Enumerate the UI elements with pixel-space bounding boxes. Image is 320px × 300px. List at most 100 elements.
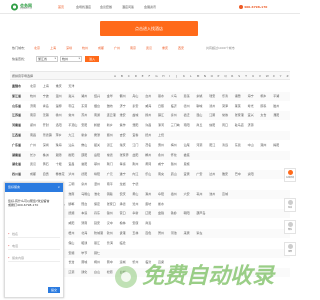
city-link[interactable]: 遂宁 xyxy=(120,172,126,176)
city-link[interactable]: 青岛 xyxy=(43,104,49,108)
hot-city-link[interactable]: 南京 xyxy=(130,46,136,50)
city-link[interactable]: 昆山 xyxy=(196,113,202,117)
city-link[interactable]: 毕节 xyxy=(81,251,87,255)
city-link[interactable]: 荆州 xyxy=(132,162,138,166)
city-link[interactable]: 天津 xyxy=(68,84,74,88)
pinyin-letter-a[interactable]: A xyxy=(114,74,116,78)
city-link[interactable]: 衢州 xyxy=(120,94,126,98)
city-link[interactable]: 南通 xyxy=(94,113,100,117)
city-link[interactable]: 贺州 xyxy=(158,231,164,235)
city-link[interactable]: 鹰潭 xyxy=(94,133,100,137)
city-link[interactable]: 枣庄 xyxy=(68,104,74,108)
city-link[interactable]: 商丘 xyxy=(196,123,202,127)
city-link[interactable]: 资阳 xyxy=(248,172,254,176)
city-link[interactable]: 宜宾 xyxy=(184,172,190,176)
city-link[interactable]: 济南 xyxy=(30,104,36,108)
city-link[interactable]: 新余 xyxy=(81,133,87,137)
city-link[interactable]: 泰安 xyxy=(132,104,138,108)
city-link[interactable]: 吉安 xyxy=(120,133,126,137)
city-link[interactable]: 新乡 xyxy=(107,123,113,127)
city-link[interactable]: 广州 xyxy=(30,143,36,147)
city-link[interactable]: 九江 xyxy=(68,133,74,137)
city-link[interactable]: 晋中 xyxy=(107,260,113,264)
city-link[interactable]: 鹤壁 xyxy=(94,123,100,127)
city-link[interactable]: 景德镇 xyxy=(43,133,52,137)
city-link[interactable]: 丹东 xyxy=(94,211,100,215)
city-link[interactable]: 怀化 xyxy=(171,153,177,157)
city-link[interactable]: 烟台 xyxy=(94,104,100,108)
hot-city-link[interactable]: 深圳 xyxy=(66,46,72,50)
city-link[interactable]: 河池 xyxy=(171,231,177,235)
city-link[interactable]: 珠海 xyxy=(56,143,62,147)
phone-field[interactable]: * 电话 xyxy=(8,243,60,250)
city-link[interactable]: 安阳 xyxy=(81,123,87,127)
pinyin-letter-y[interactable]: Y xyxy=(280,74,282,78)
city-link[interactable]: 黄山 xyxy=(132,192,138,196)
city-link[interactable]: 杭州 xyxy=(30,94,36,98)
city-link[interactable]: 铜仁 xyxy=(94,251,100,255)
city-link[interactable]: 朝阳 xyxy=(184,211,190,215)
city-link[interactable]: 贵港 xyxy=(120,231,126,235)
city-link[interactable]: 常德 xyxy=(107,153,113,157)
hot-city-link[interactable]: 上海 xyxy=(50,46,56,50)
city-link[interactable]: 黄冈 xyxy=(145,162,151,166)
close-icon[interactable]: × xyxy=(57,185,60,189)
city-link[interactable]: 邢台 xyxy=(81,202,87,206)
city-link[interactable]: 广元 xyxy=(107,172,113,176)
pinyin-letter-n[interactable]: N xyxy=(204,74,206,78)
city-link[interactable]: 衡阳 xyxy=(68,153,74,157)
float-phone-button[interactable]: 电话 xyxy=(284,198,296,212)
city-link[interactable]: 梅州 xyxy=(171,143,177,147)
pinyin-letter-q[interactable]: Q xyxy=(224,74,226,78)
city-link[interactable]: 德州 xyxy=(184,104,190,108)
hot-city-link[interactable]: 成都 xyxy=(98,46,104,50)
city-link[interactable]: 聊城 xyxy=(196,104,202,108)
city-link[interactable]: 常州 xyxy=(68,113,74,117)
city-link[interactable]: 三明 xyxy=(68,182,74,186)
city-link[interactable]: 温州 xyxy=(56,94,62,98)
city-link[interactable]: 宜昌 xyxy=(68,162,74,166)
city-link[interactable]: 锦州 xyxy=(107,211,113,215)
city-link[interactable]: 许昌 xyxy=(145,123,151,127)
city-link[interactable]: 恩施 xyxy=(184,162,190,166)
city-link[interactable]: 舟山 xyxy=(132,94,138,98)
city-link[interactable]: 平湖 xyxy=(273,94,279,98)
city-link[interactable]: 淮北 xyxy=(94,192,100,196)
city-link[interactable]: 汕头 xyxy=(68,143,74,147)
city-link[interactable]: 阳江 xyxy=(209,143,215,147)
city-link[interactable]: 汕尾 xyxy=(184,143,190,147)
message-field[interactable]: * 留言内容 xyxy=(8,255,60,262)
city-link[interactable]: 荆门 xyxy=(107,162,113,166)
city-link[interactable]: 葫芦岛 xyxy=(196,211,205,215)
pinyin-letter-b[interactable]: B xyxy=(121,74,123,78)
city-link[interactable]: 保山 xyxy=(68,241,74,245)
city-link[interactable]: 濮阳 xyxy=(132,123,138,127)
city-link[interactable]: 淮南 xyxy=(68,192,74,196)
city-link[interactable]: 镇江 xyxy=(158,113,164,117)
pinyin-letter-i[interactable]: I xyxy=(169,74,170,78)
city-link[interactable]: 泉州 xyxy=(81,182,87,186)
city-link[interactable]: 滁州 xyxy=(145,192,151,196)
city-link[interactable]: 铜陵 xyxy=(107,192,113,196)
city-link[interactable]: 南平 xyxy=(107,182,113,186)
pinyin-letter-x[interactable]: X xyxy=(273,74,275,78)
city-link[interactable]: 通化 xyxy=(81,270,87,274)
city-link[interactable]: 长沙 xyxy=(30,153,36,157)
city-link[interactable]: 上饶 xyxy=(158,133,164,137)
pinyin-letter-g[interactable]: G xyxy=(155,74,157,78)
city-link[interactable]: 广安 xyxy=(196,172,202,176)
city-link[interactable]: 阜阳 xyxy=(158,192,164,196)
city-link[interactable]: 安康 xyxy=(132,221,138,225)
city-link[interactable]: 宁德 xyxy=(132,182,138,186)
city-link[interactable]: 宁波 xyxy=(43,94,49,98)
city-link[interactable]: 十堰 xyxy=(56,162,62,166)
city-link[interactable]: 长治 xyxy=(68,260,74,264)
pinyin-letter-c[interactable]: C xyxy=(128,74,130,78)
city-link[interactable]: 三门峡 xyxy=(171,123,180,127)
city-link[interactable]: 连云港 xyxy=(107,113,116,117)
city-link[interactable]: 淄博 xyxy=(56,104,62,108)
city-link[interactable]: 普洱 xyxy=(107,241,113,245)
city-link[interactable]: 河源 xyxy=(196,143,202,147)
city-link[interactable]: 宜兴 xyxy=(248,113,254,117)
city-link[interactable]: 盐城 xyxy=(132,113,138,117)
